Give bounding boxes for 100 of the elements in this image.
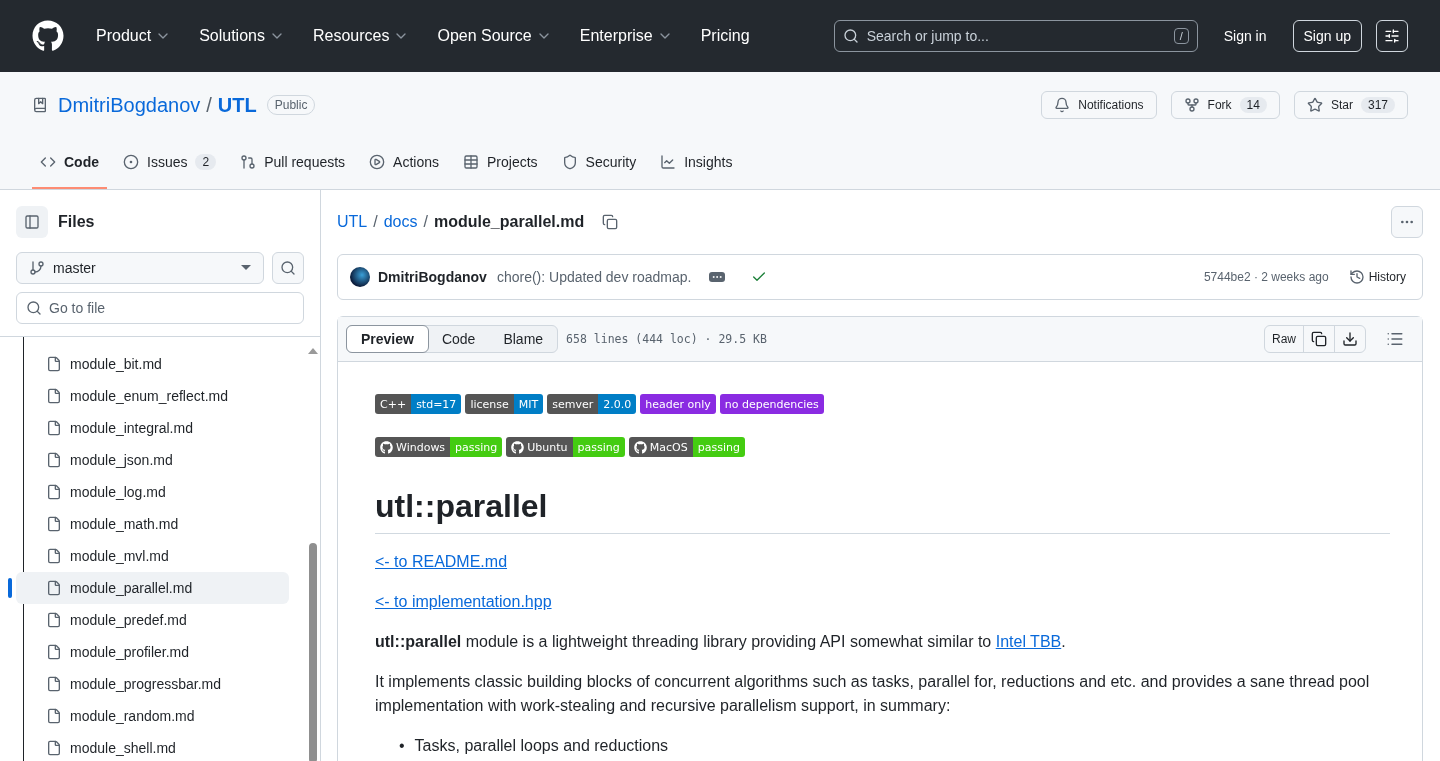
breadcrumb-link[interactable]: UTL: [337, 213, 368, 231]
path-separator: /: [373, 213, 378, 231]
github-icon: [380, 440, 393, 454]
play-icon: [369, 153, 386, 170]
star-button[interactable]: Star 317: [1293, 91, 1408, 119]
repo-tab[interactable]: Pull requests: [232, 136, 354, 189]
bullet-marker: •: [399, 736, 405, 756]
branch-selector[interactable]: master: [16, 252, 264, 284]
file-icon: [46, 484, 62, 500]
fork-button[interactable]: Fork 14: [1170, 91, 1280, 119]
file-icon: [46, 356, 62, 372]
counter: 14: [1239, 97, 1267, 113]
file-tree-item[interactable]: module_profiler.md: [16, 636, 289, 668]
avatar: [350, 267, 370, 287]
shield-icon: [561, 153, 578, 170]
selection-indicator: [8, 578, 12, 598]
heading: utl::parallel: [375, 488, 1390, 534]
expand-button[interactable]: [709, 272, 726, 282]
sign-up-button[interactable]: Sign up: [1292, 20, 1362, 52]
repo-tab[interactable]: Code: [32, 136, 107, 189]
repo-tab[interactable]: Security: [553, 136, 645, 189]
file-icon: [46, 708, 62, 724]
history-link[interactable]: History: [1348, 269, 1406, 285]
table-icon: [463, 153, 479, 170]
repo-tab[interactable]: Actions: [361, 136, 447, 189]
history-icon: [1348, 269, 1365, 285]
scrollbar-thumb[interactable]: [309, 543, 317, 761]
copy-icon[interactable]: [602, 214, 619, 230]
github-icon: [511, 440, 525, 454]
shortcut-key: /: [1173, 28, 1189, 44]
sign-in-link[interactable]: Sign in: [1211, 28, 1279, 44]
github-logo[interactable]: [32, 20, 64, 52]
file-tree-item[interactable]: module_predef.md: [16, 604, 289, 636]
paragraph: utl::parallel module is a lightweight threading library providing API somewhat similar to Intel TBB.: [375, 632, 1067, 652]
view-mode-tab[interactable]: Blame: [488, 325, 559, 353]
breadcrumb-link[interactable]: docs: [383, 213, 418, 231]
status-badge[interactable]: header only: [640, 394, 716, 414]
sidebar-toggle-button[interactable]: [16, 206, 48, 238]
file-icon: [46, 676, 62, 692]
file-tree-item[interactable]: module_log.md: [16, 476, 289, 508]
nav-menu-item[interactable]: Pricing: [696, 27, 754, 45]
nav-menu-item[interactable]: Enterprise: [575, 27, 677, 45]
file-tree-item[interactable]: module_progressbar.md: [16, 668, 289, 700]
nav-menu-item[interactable]: Open Source: [433, 27, 556, 45]
file-info: 658 lines (444 loc) · 29.5 KB: [566, 332, 767, 346]
file-icon: [46, 548, 62, 564]
file-icon: [46, 612, 62, 628]
counter: 2: [195, 153, 217, 170]
bell-icon: [1054, 97, 1071, 113]
file-tree-item[interactable]: module_integral.md: [16, 412, 289, 444]
link[interactable]: Intel TBB: [995, 633, 1062, 650]
doc-link[interactable]: <- to README.md: [375, 550, 508, 574]
repo-tab[interactable]: Issues 2: [115, 136, 225, 189]
repo-icon: [32, 97, 48, 113]
file-icon: [46, 420, 62, 436]
paragraph: It implements classic building blocks of concurrent algorithms such as tasks, parallel for, reductions and etc. and provides a sane thread pool implementation with work-stealing and recursive parallelism support, in summary:: [375, 672, 1371, 716]
copy-icon: [1311, 331, 1327, 347]
graph-icon: [660, 153, 677, 170]
author-link[interactable]: DmitriBogdanov: [378, 269, 487, 285]
github-icon: [633, 440, 647, 454]
search-icon: [280, 260, 296, 276]
file-tree-item[interactable]: module_shell.md: [16, 732, 289, 761]
status-badge[interactable]: no dependencies: [719, 394, 824, 414]
file-icon: [46, 740, 62, 756]
sidebar-icon: [24, 214, 40, 230]
nav-menu-item[interactable]: Resources: [308, 27, 414, 45]
file-tree-item[interactable]: module_enum_reflect.md: [16, 380, 289, 412]
branch-icon: [29, 260, 45, 276]
view-mode-tab[interactable]: Preview: [346, 325, 429, 353]
path-separator: /: [423, 213, 428, 231]
view-mode-tab[interactable]: Code: [426, 325, 491, 353]
file-tree-item[interactable]: module_bit.md: [16, 348, 289, 380]
file-tree-item[interactable]: module_random.md: [16, 700, 289, 732]
file-tree-item[interactable]: module_math.md: [16, 508, 289, 540]
owner-link[interactable]: DmitriBogdanov: [58, 93, 201, 117]
sliders-icon: [1384, 28, 1400, 44]
file-icon: [46, 516, 62, 532]
repo-tab[interactable]: Projects: [455, 136, 546, 189]
star-icon: [1306, 97, 1323, 113]
file-tree-item[interactable]: module_json.md: [16, 444, 289, 476]
bell-button[interactable]: Notifications: [1041, 91, 1157, 119]
commit-message[interactable]: chore(): Updated dev roadmap.: [496, 269, 692, 285]
file-icon: [46, 580, 62, 596]
repo-link[interactable]: UTL: [217, 93, 257, 117]
search-field[interactable]: Search or jump to... /: [833, 20, 1198, 52]
commit-meta: 5744be2 · 2 weeks ago: [1203, 270, 1329, 284]
search-button[interactable]: [272, 252, 304, 284]
file-tree-item[interactable]: module_mvl.md: [16, 540, 289, 572]
nav-menu-item[interactable]: Solutions: [195, 27, 289, 45]
doc-link[interactable]: <- to implementation.hpp: [375, 590, 552, 614]
download-icon: [1342, 331, 1358, 347]
repo-tab[interactable]: Insights: [652, 136, 741, 189]
file-icon: [46, 644, 62, 660]
go-to-file-field[interactable]: Go to file: [16, 292, 304, 324]
file-icon: [46, 452, 62, 468]
search-icon: [842, 28, 859, 44]
sidebar-title: Files: [58, 213, 95, 231]
nav-menu-item[interactable]: Product: [92, 27, 176, 45]
scroll-up-arrow[interactable]: [308, 348, 318, 354]
settings-button[interactable]: [1376, 20, 1408, 52]
